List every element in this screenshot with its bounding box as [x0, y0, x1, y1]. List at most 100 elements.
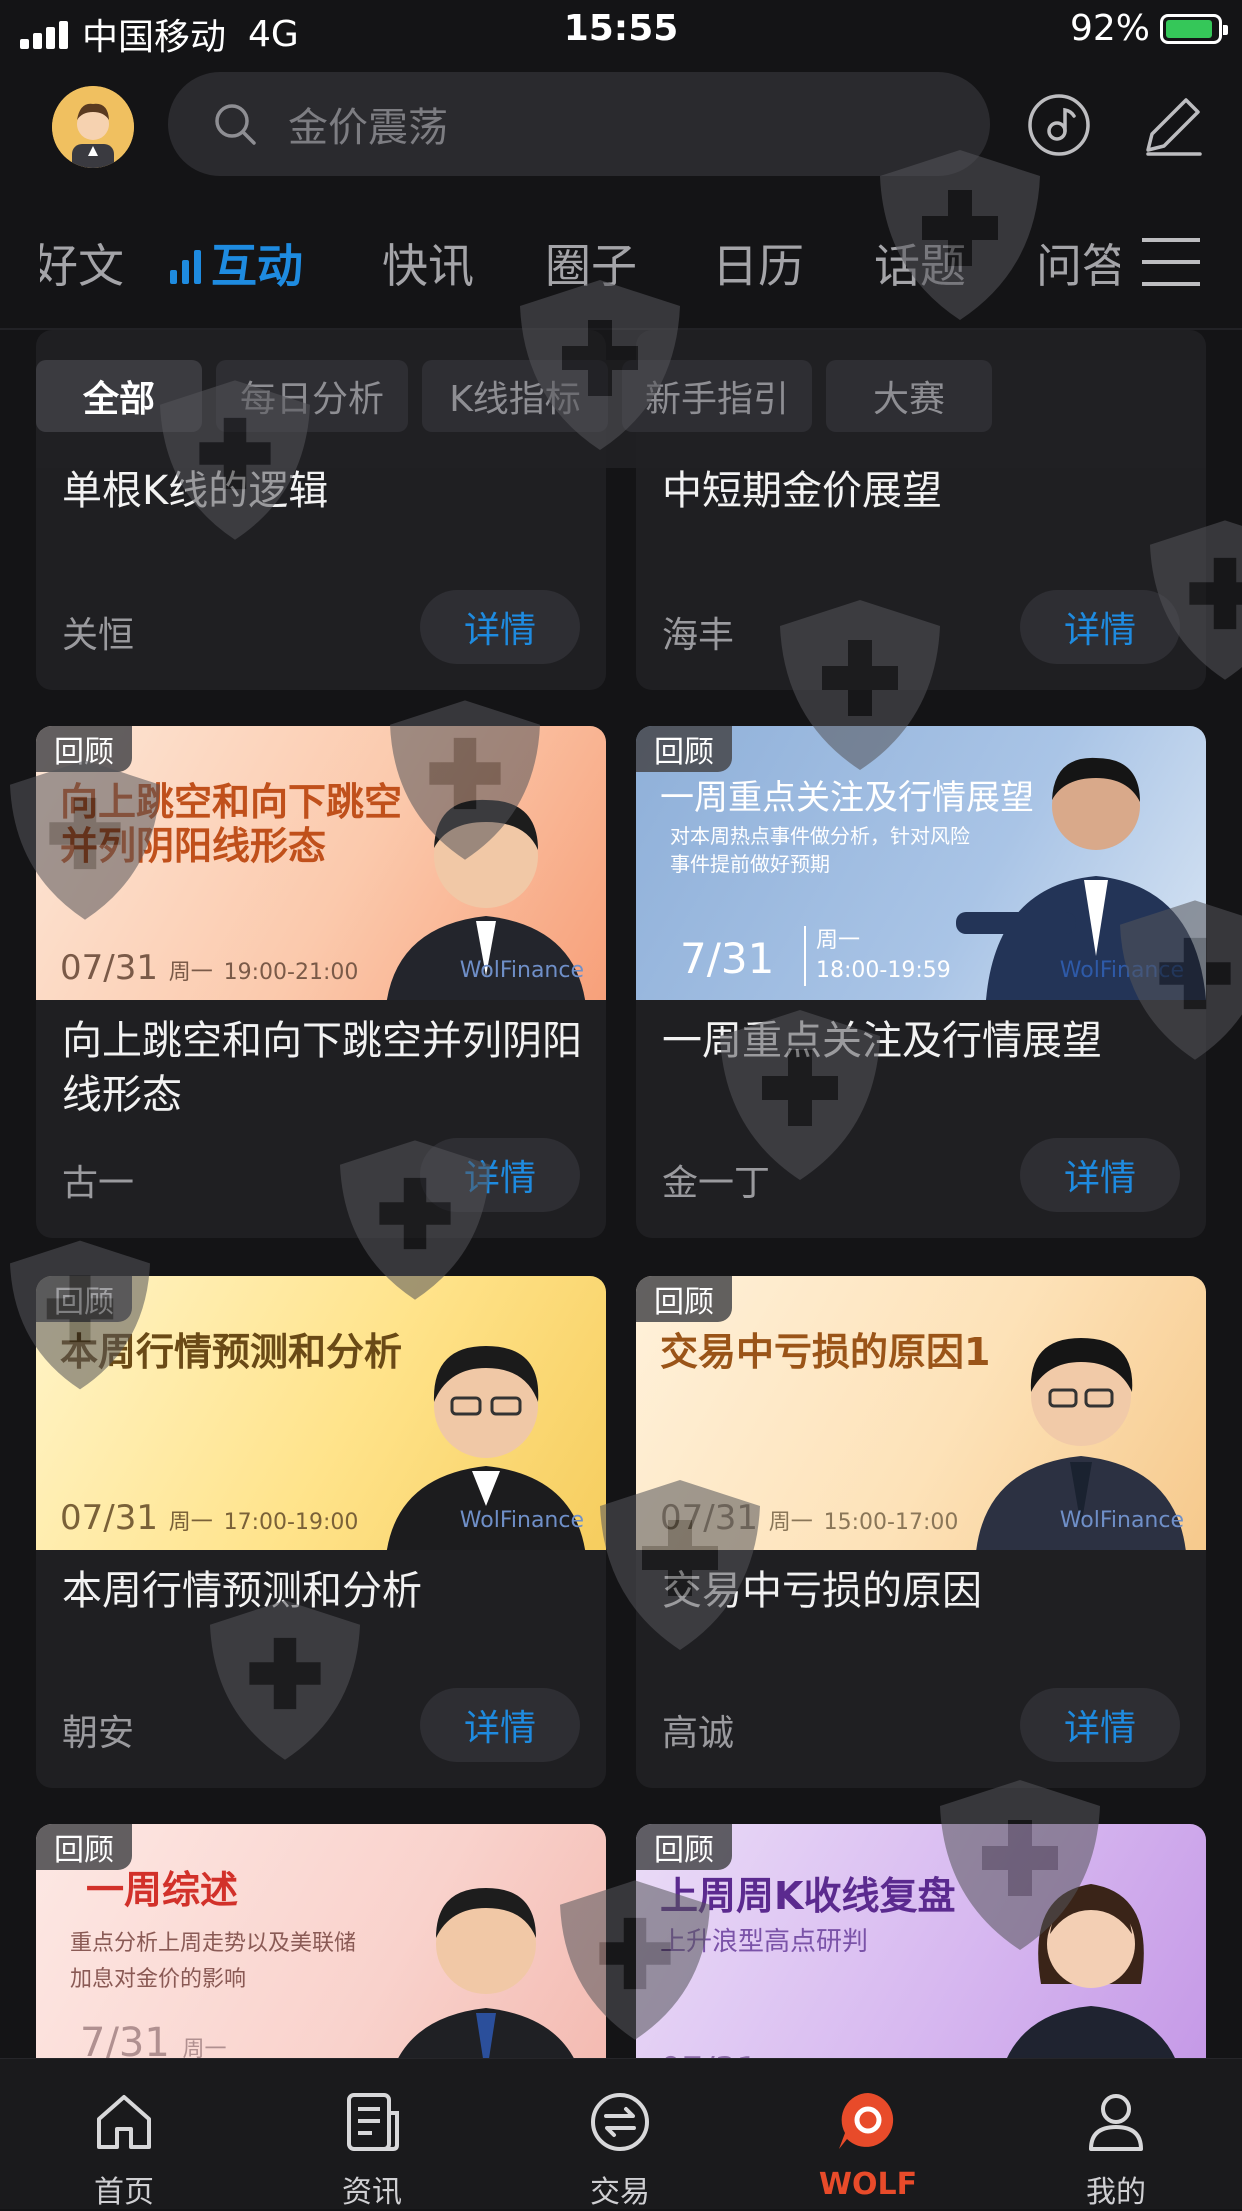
poster-brand: WolFinance — [1059, 1508, 1184, 1533]
poster-time: 19:00-21:00 — [223, 960, 359, 985]
music-disc-icon[interactable] — [1026, 92, 1092, 158]
card-title: 中短期金价展望 — [662, 468, 942, 514]
nav-news[interactable]: 资讯 — [248, 2059, 496, 2210]
detail-button[interactable]: 详情 — [420, 590, 580, 664]
profile-icon — [1089, 2094, 1143, 2151]
search-icon — [215, 104, 256, 145]
card-thumbnail: 本周行情预测和分析 07/31 周一 17:00-19:00 WolFinanc… — [36, 1276, 606, 1550]
card-thumbnail: 向上跳空和向下跳空 并列阴阳线形态 07/31 周一 19:00-21:00 W… — [36, 726, 606, 1000]
review-tag: 回顾 — [36, 1824, 132, 1870]
poster-date: 07/31 — [660, 1498, 758, 1538]
card-title: 本周行情预测和分析 — [62, 1568, 422, 1614]
poster-time: 15:00-17:00 — [823, 1510, 959, 1535]
card-title: 一周重点关注及行情展望 — [662, 1018, 1102, 1064]
nav-trade[interactable]: 交易 — [496, 2059, 744, 2210]
exchange-icon — [591, 2093, 649, 2151]
card-author: 金一丁 — [662, 1163, 771, 1204]
tab-flash-news[interactable]: 快讯 — [382, 230, 474, 296]
poster-weekday: 周一 — [168, 1510, 213, 1535]
card-author: 朝安 — [62, 1713, 135, 1754]
review-tag: 回顾 — [636, 1276, 732, 1322]
poster-weekday: 周一 — [768, 1510, 813, 1535]
tab-good-articles[interactable]: 好文 — [40, 230, 124, 296]
poster-brand: WolFinance — [459, 1508, 584, 1533]
poster-subtitle: 重点分析上周走势以及美联储 加息对金价的影响 — [70, 1931, 357, 1992]
status-bar: 中国移动 4G 15:55 92% — [0, 0, 1242, 62]
filter-daily-analysis[interactable]: 每日分析 — [216, 360, 408, 432]
battery-percent: 92% — [1069, 8, 1150, 49]
bottom-nav: 首页 资讯 交易 WOLF 我的 — [0, 2058, 1242, 2210]
poster-date: 07/31 — [60, 1498, 158, 1538]
poster-title: 向上跳空和向下跳空 并列阴阳线形态 — [60, 780, 403, 868]
detail-button[interactable]: 详情 — [1020, 1138, 1180, 1212]
category-tabs: 好文 互动 快讯 圈子 日历 话题 问答 — [0, 230, 1242, 310]
tab-interaction[interactable]: 互动 — [170, 230, 303, 296]
nav-profile[interactable]: 我的 — [992, 2059, 1240, 2210]
course-card[interactable]: 向上跳空和向下跳空 并列阴阳线形态 07/31 周一 19:00-21:00 W… — [36, 726, 606, 1238]
card-author: 关恒 — [62, 615, 135, 656]
detail-button[interactable]: 详情 — [1020, 590, 1180, 664]
card-thumbnail: 一周综述 重点分析上周走势以及美联储 加息对金价的影响 7/31 周一 回顾 — [36, 1824, 606, 2098]
home-icon — [97, 2095, 151, 2149]
filter-all[interactable]: 全部 — [36, 360, 202, 432]
edit-icon[interactable] — [1140, 92, 1206, 158]
poster-subtitle: 上升浪型高点研判 — [660, 1927, 869, 1957]
nav-label: 资讯 — [342, 2175, 402, 2210]
course-card[interactable]: 一周重点关注及行情展望 对本周热点事件做分析，针对风险 事件提前做好预期 7/3… — [636, 726, 1206, 1238]
clock: 15:55 — [563, 8, 679, 49]
nav-label: 首页 — [94, 2175, 154, 2210]
poster-brand: WolFinance — [459, 958, 584, 983]
nav-label: WOLF — [818, 2167, 918, 2202]
card-author: 古一 — [62, 1163, 135, 1204]
poster-subtitle: 对本周热点事件做分析，针对风险 事件提前做好预期 — [670, 824, 970, 876]
news-icon — [347, 2093, 399, 2151]
poster-title: 一周综述 — [86, 1868, 239, 1912]
card-thumbnail: 上周周K收线复盘 上升浪型高点研判 07/31 回顾 — [636, 1824, 1206, 2098]
poster-date: 07/31 — [60, 948, 158, 988]
review-tag: 回顾 — [36, 1276, 132, 1322]
card-thumbnail: 一周重点关注及行情展望 对本周热点事件做分析，针对风险 事件提前做好预期 7/3… — [636, 726, 1206, 1000]
avatar[interactable] — [52, 86, 134, 168]
poster-brand: WolFinance — [1059, 958, 1184, 983]
review-tag: 回顾 — [636, 726, 732, 772]
bar-chart-icon — [170, 250, 201, 284]
card-title: 向上跳空和向下跳空并列阴阳线形态 — [62, 1018, 582, 1118]
poster-weekday: 周一 — [168, 960, 213, 985]
review-tag: 回顾 — [636, 1824, 732, 1870]
nav-home[interactable]: 首页 — [0, 2059, 248, 2210]
nav-label: 我的 — [1086, 2175, 1146, 2210]
poster-date: 7/31 — [680, 934, 775, 983]
tab-calendar[interactable]: 日历 — [712, 230, 804, 296]
card-author: 高诚 — [662, 1713, 735, 1754]
nav-wolf[interactable]: WOLF — [744, 2059, 992, 2209]
filter-beginner[interactable]: 新手指引 — [622, 360, 812, 432]
filter-contest[interactable]: 大赛 — [826, 360, 992, 432]
search-bar[interactable]: 金价震荡 — [168, 72, 990, 176]
poster-time: 17:00-19:00 — [223, 1510, 359, 1535]
poster-time: 18:00-19:59 — [816, 958, 951, 983]
poster-title: 上周周K收线复盘 — [660, 1874, 956, 1918]
detail-button[interactable]: 详情 — [420, 1688, 580, 1762]
battery-icon — [1160, 13, 1228, 44]
tab-qa[interactable]: 问答 — [1036, 230, 1120, 296]
course-card[interactable]: 交易中亏损的原因1 07/31 周一 15:00-17:00 WolFinanc… — [636, 1276, 1206, 1788]
detail-button[interactable]: 详情 — [1020, 1688, 1180, 1762]
card-title: 单根K线的逻辑 — [62, 468, 329, 514]
search-placeholder: 金价震荡 — [288, 105, 448, 151]
nav-label: 交易 — [590, 2175, 650, 2210]
card-title: 交易中亏损的原因 — [662, 1568, 982, 1614]
filter-bar: 全部 每日分析 K线指标 新手指引 大赛 — [36, 360, 1206, 468]
poster-weekday: 周一 — [816, 928, 861, 953]
review-tag: 回顾 — [36, 726, 132, 772]
card-thumbnail: 交易中亏损的原因1 07/31 周一 15:00-17:00 WolFinanc… — [636, 1276, 1206, 1550]
course-card[interactable]: 本周行情预测和分析 07/31 周一 17:00-19:00 WolFinanc… — [36, 1276, 606, 1788]
tab-circle[interactable]: 圈子 — [545, 230, 637, 296]
tab-topics[interactable]: 话题 — [874, 230, 966, 296]
wolf-icon — [839, 2093, 894, 2149]
poster-title: 本周行情预测和分析 — [60, 1330, 403, 1374]
poster-title: 交易中亏损的原因1 — [660, 1330, 991, 1374]
menu-icon[interactable] — [1140, 234, 1202, 290]
top-header: 金价震荡 — [0, 70, 1242, 190]
detail-button[interactable]: 详情 — [420, 1138, 580, 1212]
filter-k-line[interactable]: K线指标 — [422, 360, 608, 432]
